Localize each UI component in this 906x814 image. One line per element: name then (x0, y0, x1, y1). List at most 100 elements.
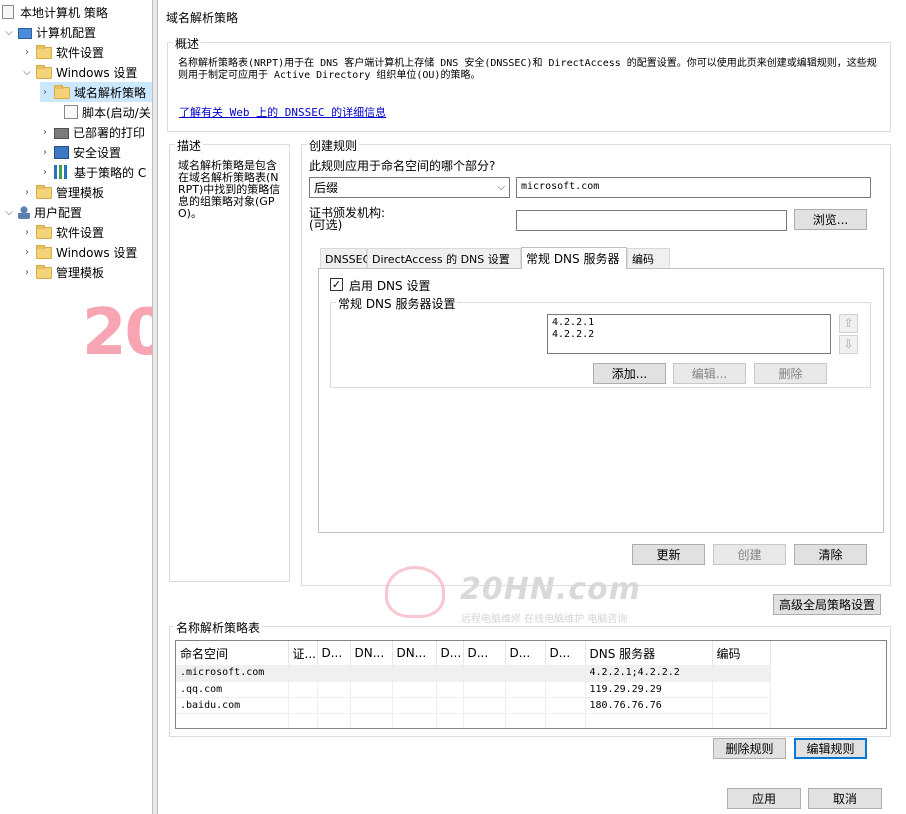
tree-item-label: 管理模板 (56, 185, 105, 200)
column-header[interactable]: DN... (392, 641, 437, 665)
user-icon (18, 205, 30, 219)
namespace-type-select[interactable]: 后缀 ⌵ (309, 177, 510, 198)
tree-item-deployed-printers[interactable]: › 已部署的打印 (40, 122, 152, 142)
edit-dns-button[interactable]: 编辑... (673, 363, 746, 384)
table-cell (463, 665, 506, 682)
tab-directaccess[interactable]: DirectAccess 的 DNS 设置 (367, 248, 521, 269)
column-header[interactable]: DN... (350, 641, 393, 665)
table-row[interactable]: .microsoft.com 4.2.2.1;4.2.2.2 (176, 665, 771, 682)
tab-encoding[interactable]: 编码 (627, 248, 670, 269)
chevron-right-icon[interactable]: › (40, 147, 50, 158)
chevron-right-icon[interactable]: › (22, 187, 32, 198)
tab-generic-dns[interactable]: 常规 DNS 服务器 (521, 247, 627, 269)
watermark-logo-number: 20 (82, 296, 152, 370)
create-rule-title: 创建规则 (307, 137, 360, 154)
chevron-right-icon[interactable]: › (40, 127, 50, 138)
table-cell (505, 697, 546, 714)
dns-server-list[interactable]: 4.2.2.1 4.2.2.2 (547, 314, 831, 354)
nrpt-table[interactable]: 命名空间 证... D... DN... DN... D... D... D..… (175, 640, 887, 729)
tree-item-windows-settings[interactable]: ⌵ Windows 设置 (22, 62, 152, 82)
move-down-icon[interactable]: ⇩ (839, 335, 858, 354)
table-cell (505, 665, 546, 682)
tree-item-label: 基于策略的 C (74, 165, 147, 180)
cancel-button[interactable]: 取消 (808, 788, 882, 809)
cert-authority-input[interactable] (516, 210, 787, 231)
tree-item-user-config[interactable]: ⌵ 用户配置 (4, 202, 152, 222)
create-button[interactable]: 创建 (713, 544, 786, 565)
folder-icon (36, 245, 52, 259)
chevron-down-icon: ⌵ (497, 182, 505, 193)
table-cell (317, 681, 351, 698)
security-icon (54, 145, 69, 159)
watermark-site: 20HN.com (460, 572, 642, 607)
computer-icon (18, 27, 32, 39)
delete-dns-button[interactable]: 删除 (754, 363, 827, 384)
table-cell (545, 665, 586, 682)
tree-item-label: 软件设置 (56, 45, 105, 60)
column-header[interactable]: D... (505, 641, 546, 665)
dns-server-item[interactable]: 4.2.2.1 (552, 317, 826, 329)
tree-item-nrpt[interactable]: › 域名解析策略 (40, 82, 152, 102)
tree-item-software-settings[interactable]: › 软件设置 (22, 42, 152, 62)
watermark-slogan: 远程电脑维修 在线电脑维护 电脑咨询 (461, 614, 628, 625)
tree-item-security-settings[interactable]: › 安全设置 (40, 142, 152, 162)
tree-item-label: Windows 设置 (56, 65, 138, 80)
enable-dns-checkbox[interactable]: ✓ (330, 278, 343, 291)
table-row[interactable]: .qq.com 119.29.29.29 (176, 681, 771, 698)
move-up-icon[interactable]: ⇧ (839, 314, 858, 333)
tree-item-policy-qos[interactable]: › 基于策略的 C (40, 162, 152, 182)
browse-button[interactable]: 浏览... (794, 209, 867, 230)
clear-button[interactable]: 清除 (794, 544, 867, 565)
tree-item-admin-templates[interactable]: › 管理模板 (22, 182, 152, 202)
tree-item-computer-config[interactable]: ⌵ 计算机配置 (4, 22, 152, 42)
tree-item-scripts[interactable]: 脚本(启动/关 (54, 102, 152, 122)
column-header[interactable]: D... (317, 641, 351, 665)
column-header[interactable]: 命名空间 (176, 641, 289, 665)
tree-item-user-software[interactable]: › 软件设置 (22, 222, 152, 242)
tree-item-root[interactable]: 本地计算机 策略 (2, 2, 152, 22)
column-header[interactable]: DNS 服务器 (585, 641, 713, 665)
chevron-right-icon[interactable]: › (22, 227, 32, 238)
table-row-empty (176, 713, 771, 728)
table-cell (317, 665, 351, 682)
folder-icon (36, 225, 52, 239)
dns-server-cell: 4.2.2.1;4.2.2.2 (585, 665, 713, 682)
column-header[interactable]: D... (436, 641, 464, 665)
chevron-down-icon[interactable]: ⌵ (22, 67, 32, 78)
tree-item-label: 已部署的打印 (73, 125, 146, 140)
chevron-down-icon[interactable]: ⌵ (4, 207, 14, 218)
namespace-input[interactable]: microsoft.com (516, 177, 871, 198)
tree-item-user-admin[interactable]: › 管理模板 (22, 262, 152, 282)
tab-dnssec[interactable]: DNSSEC (320, 248, 370, 269)
dnssec-info-link[interactable]: 了解有关 Web 上的 DNSSEC 的详细信息 (179, 104, 386, 120)
namespace-question: 此规则应用于命名空间的哪个部分? (309, 159, 496, 173)
tree-item-user-windows[interactable]: › Windows 设置 (22, 242, 152, 262)
delete-rule-button[interactable]: 删除规则 (713, 738, 786, 759)
chevron-right-icon[interactable]: › (40, 87, 50, 98)
advanced-global-settings-button[interactable]: 高级全局策略设置 (773, 594, 881, 615)
column-header[interactable]: 编码 (712, 641, 771, 665)
column-header[interactable]: D... (463, 641, 506, 665)
pane-splitter[interactable] (152, 0, 158, 814)
column-header[interactable]: 证... (288, 641, 318, 665)
navigation-tree[interactable]: 本地计算机 策略 ⌵ 计算机配置 › 软件设置 ⌵ Windows 设置 › 域… (0, 0, 152, 814)
chevron-right-icon[interactable]: › (22, 267, 32, 278)
chevron-down-icon[interactable]: ⌵ (4, 27, 14, 38)
namespace-type-value: 后缀 (314, 181, 339, 195)
description-title: 描述 (175, 137, 204, 154)
script-icon (64, 105, 78, 119)
apply-button[interactable]: 应用 (727, 788, 801, 809)
dns-server-group-title: 常规 DNS 服务器设置 (336, 295, 458, 312)
table-cell (392, 697, 437, 714)
add-dns-button[interactable]: 添加... (593, 363, 666, 384)
dns-server-item[interactable]: 4.2.2.2 (552, 329, 826, 341)
column-header[interactable]: D... (545, 641, 586, 665)
update-button[interactable]: 更新 (632, 544, 705, 565)
table-cell (392, 665, 437, 682)
chevron-right-icon[interactable]: › (40, 167, 50, 178)
chevron-right-icon[interactable]: › (22, 47, 32, 58)
edit-rule-button[interactable]: 编辑规则 (794, 738, 867, 759)
table-cell (350, 697, 393, 714)
table-row[interactable]: .baidu.com 180.76.76.76 (176, 697, 771, 714)
chevron-right-icon[interactable]: › (22, 247, 32, 258)
